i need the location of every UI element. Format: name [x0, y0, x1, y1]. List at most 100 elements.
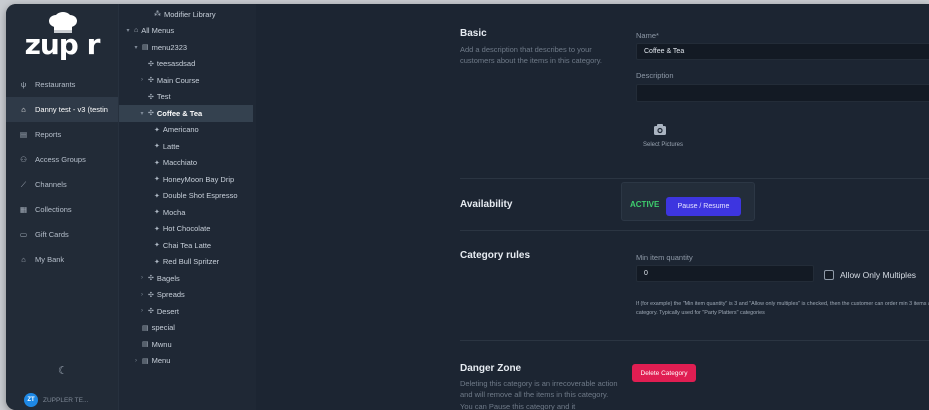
tree-node[interactable]: ▾ ⌂ All Menus — [119, 23, 256, 40]
tree-node-label: teesasdsad — [156, 59, 196, 69]
nav-item-restaurants[interactable]: ψ Restaurants — [6, 72, 118, 97]
dark-mode-icon[interactable]: ☾ — [58, 364, 68, 377]
allow-multiples-checkbox[interactable] — [824, 270, 834, 280]
tree-node[interactable]: ✦ Americano — [119, 122, 256, 139]
tree-node-label: Modifier Library — [164, 9, 216, 19]
expand-toggle-icon[interactable]: ▾ — [133, 44, 139, 51]
tree-node-label: Bagels — [156, 273, 180, 283]
tree-node[interactable]: ✣ teesasdsad — [119, 56, 256, 73]
tree-node[interactable]: ✣ Test — [119, 89, 256, 106]
tree-node-label: Test — [156, 92, 171, 102]
tree-node-label: Americano — [162, 125, 199, 135]
tree-node[interactable]: ▾ ▤ menu2323 — [119, 39, 256, 56]
tree-node-label: Double Shot Espresso — [162, 191, 238, 201]
tree-node[interactable]: ✦ Chai Tea Latte — [119, 237, 256, 254]
tree-node-label: Mocha — [162, 207, 186, 217]
min-quantity-label: Min item quantity — [636, 253, 693, 262]
tree-node-icon: ▤ — [142, 44, 149, 52]
select-pictures-label[interactable]: Select Pictures — [643, 142, 683, 148]
nav-item-label: Collections — [35, 205, 72, 214]
nav-item-label: My Bank — [35, 255, 65, 264]
user-profile[interactable]: ZT ZUPPLER TE... — [24, 393, 88, 407]
reports-icon: ▤ — [19, 130, 28, 139]
tree-node[interactable]: ✦ Red Bull Spritzer — [119, 254, 256, 271]
expand-toggle-icon[interactable]: ▾ — [139, 110, 145, 117]
nav-item-my[interactable]: ⌂ My Bank — [6, 247, 118, 272]
status-badge: ACTIVE — [630, 200, 660, 209]
expand-toggle-icon[interactable]: › — [139, 292, 145, 298]
expand-toggle-icon[interactable]: › — [139, 275, 145, 281]
description-label: Description — [636, 71, 674, 80]
tree-node-icon: ⌂ — [134, 27, 139, 35]
user-name: ZUPPLER TE... — [43, 396, 89, 404]
category-editor: Basic Add a description that describes t… — [256, 4, 929, 410]
nav-list: ψ Restaurants ⌂ Danny test - v3 (testin ▤ Rep… — [6, 72, 118, 272]
tree-node[interactable]: ✦ Hot Chocolate — [119, 221, 256, 238]
tree-node-icon: ✣ — [148, 60, 154, 68]
access-groups-icon: ⚇ — [20, 155, 27, 164]
avatar: ZT — [24, 393, 38, 407]
tree-node[interactable]: ▾ ✣ Coffee & Tea — [119, 105, 253, 122]
tree-node-icon: ✣ — [148, 77, 154, 85]
description-input[interactable] — [636, 84, 929, 102]
tree-node-icon: ✦ — [154, 143, 160, 151]
channels-icon: ⟋ — [20, 179, 27, 189]
tree-node[interactable]: ✦ Double Shot Espresso — [119, 188, 256, 205]
camera-icon[interactable] — [653, 123, 667, 137]
tree-node-label: Main Course — [156, 75, 200, 85]
zuppler-logo[interactable]: zup r — [6, 4, 118, 66]
name-input[interactable]: Coffee & Tea — [636, 43, 929, 60]
nav-item-label: Access Groups — [35, 155, 86, 164]
allow-multiples-label[interactable]: Allow Only Multiples — [840, 270, 916, 280]
availability-section-title: Availability — [460, 199, 513, 210]
nav-item-label: Reports — [35, 130, 62, 139]
tree-node[interactable]: ▤ special — [119, 320, 256, 337]
tree-node[interactable]: ✦ Latte — [119, 138, 256, 155]
tree-node[interactable]: › ✣ Desert — [119, 303, 256, 320]
nav-item-reports[interactable]: ▤ Reports — [6, 122, 118, 147]
divider — [460, 230, 929, 231]
nav-item-danny[interactable]: ⌂ Danny test - v3 (testin — [6, 97, 118, 122]
nav-item-label: Restaurants — [35, 80, 76, 89]
expand-toggle-icon[interactable]: ▾ — [125, 27, 131, 34]
tree-node-icon: ⁂ — [154, 11, 161, 19]
tree-node-icon: ✣ — [148, 110, 154, 118]
nav-item-gift[interactable]: ▭ Gift Cards — [6, 222, 118, 247]
expand-toggle-icon[interactable]: › — [139, 308, 145, 314]
home-icon: ⌂ — [21, 105, 26, 114]
divider — [460, 178, 929, 179]
nav-item-label: Channels — [35, 180, 67, 189]
tree-node-icon: ✦ — [154, 242, 160, 250]
tree-node[interactable]: › ✣ Spreads — [119, 287, 256, 304]
nav-item-collections[interactable]: ▦ Collections — [6, 197, 118, 222]
bank-icon: ⌂ — [21, 255, 26, 264]
tree-node-label: Menu — [151, 356, 171, 366]
nav-item-label: Danny test - v3 (testin — [35, 105, 108, 114]
min-quantity-input[interactable]: 0 — [636, 265, 814, 282]
tree-node-label: menu2323 — [151, 42, 188, 52]
pause-resume-button[interactable]: Pause / Resume — [666, 197, 741, 216]
tree-node[interactable]: › ▤ Menu — [119, 353, 256, 370]
delete-category-button[interactable]: Delete Category — [632, 364, 696, 382]
expand-toggle-icon[interactable]: › — [133, 358, 139, 364]
tree-node[interactable]: ⁂ Modifier Library — [119, 6, 256, 23]
collections-icon: ▦ — [19, 205, 28, 214]
tree-node[interactable]: ✦ HoneyMoon Bay Drip — [119, 171, 256, 188]
tree-node[interactable]: › ✣ Main Course — [119, 72, 256, 89]
tree-node-label: Chai Tea Latte — [162, 240, 212, 250]
chef-hat-icon — [49, 12, 77, 33]
tree-node-icon: ✦ — [154, 209, 160, 217]
danger-section-desc: Deleting this category is an irrecoverab… — [460, 379, 618, 410]
nav-item-label: Gift Cards — [35, 230, 69, 239]
nav-item-access[interactable]: ⚇ Access Groups — [6, 147, 118, 172]
tree-node-icon: ✣ — [148, 275, 154, 283]
tree-node[interactable]: ▤ Mwnu — [119, 336, 256, 353]
nav-item-channels[interactable]: ⟋ Channels — [6, 172, 118, 197]
basic-section-desc: Add a description that describes to your… — [460, 45, 603, 66]
tree-node[interactable]: ✦ Mocha — [119, 204, 256, 221]
tree-node[interactable]: › ✣ Bagels — [119, 270, 256, 287]
tree-node-icon: ▤ — [142, 341, 149, 349]
tree-node-label: Macchiato — [162, 158, 198, 168]
tree-node[interactable]: ✦ Macchiato — [119, 155, 256, 172]
expand-toggle-icon[interactable]: › — [139, 77, 145, 83]
